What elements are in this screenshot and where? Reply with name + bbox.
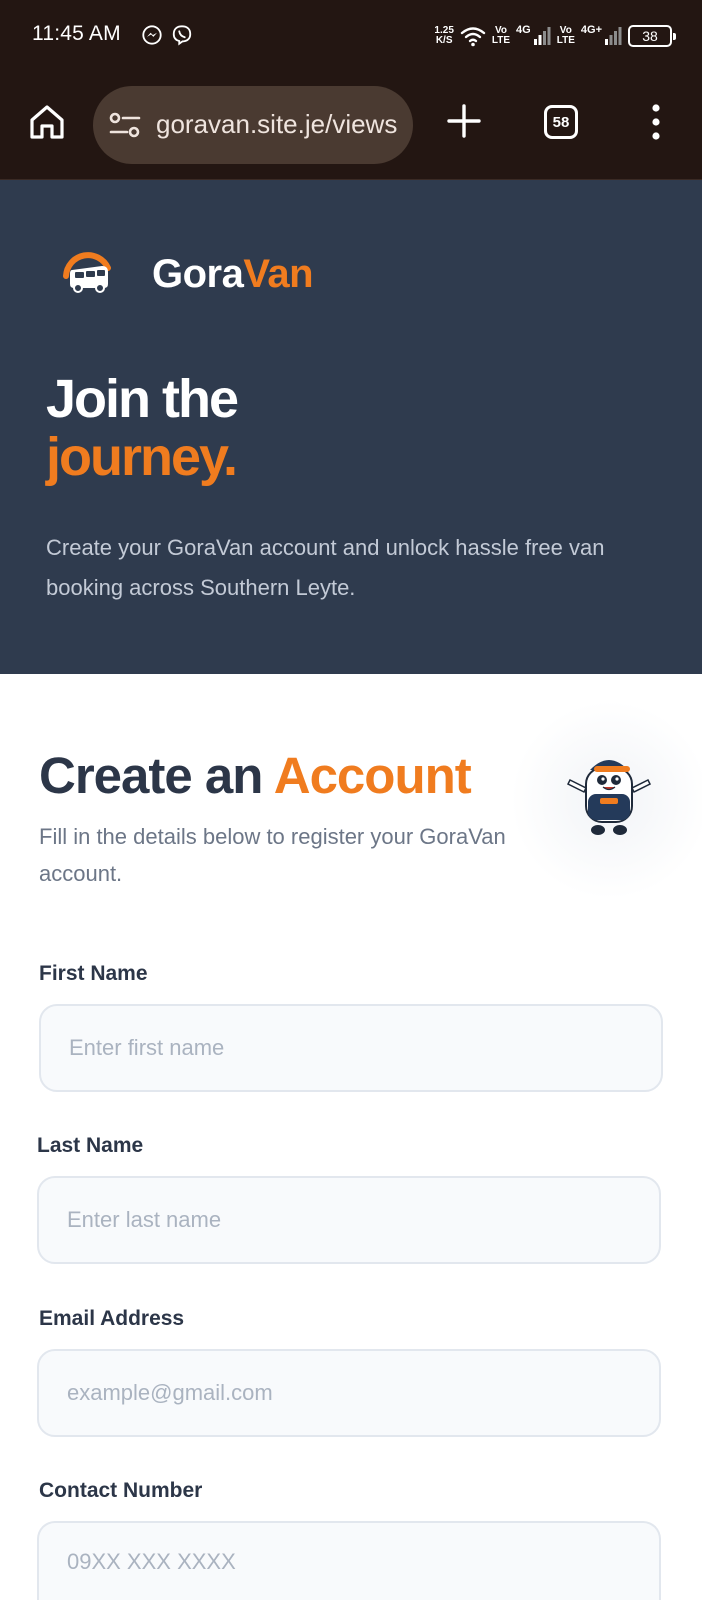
battery-level: 38 (642, 28, 658, 44)
home-icon[interactable] (27, 102, 67, 142)
hero-title-line2: journey. (46, 427, 238, 487)
battery-icon: 38 (628, 25, 676, 47)
form-subtitle: Fill in the details below to register yo… (39, 824, 506, 886)
sim1-volte-bottom: LTE (491, 35, 511, 46)
tab-count: 58 (552, 113, 570, 131)
contact-number-input[interactable] (37, 1521, 661, 1600)
mascot-icon (566, 760, 652, 835)
contact-number-label: Contact Number (39, 1479, 203, 1502)
url-text[interactable]: goravan.site.je/views (156, 109, 397, 140)
sim1-network-type: 4G (516, 24, 531, 36)
viber-icon (172, 25, 192, 46)
tab-switcher-button[interactable]: 58 (544, 105, 578, 139)
signal-icon (533, 27, 551, 45)
email-input[interactable] (37, 1349, 661, 1437)
tune-icon[interactable] (109, 111, 141, 139)
wifi-icon (460, 27, 486, 47)
brand-name-part1: Gora (152, 252, 244, 296)
plus-icon[interactable] (447, 104, 481, 138)
last-name-label: Last Name (37, 1134, 144, 1157)
brand-name: GoraVan (152, 252, 314, 297)
net-speed: 1.25 K/S (434, 26, 453, 46)
sim2-volte-bottom: LTE (556, 35, 575, 46)
brand-name-part2: Van (243, 252, 314, 296)
goravan-logo-icon (63, 252, 111, 293)
form-title: Create an Account (39, 746, 472, 805)
browser-toolbar: goravan.site.je/views 58 (0, 72, 702, 180)
hero-description: Create your GoraVan account and unlock h… (46, 535, 605, 600)
hero-title-line1: Join the (46, 369, 239, 429)
form-title-part2: Account (273, 747, 472, 804)
sim1-volte: Vo LTE (492, 26, 510, 46)
menu-dots-icon[interactable] (648, 104, 664, 140)
hero-section: GoraVan Join the journey. Create your Go… (0, 180, 702, 674)
last-name-input[interactable] (37, 1176, 661, 1264)
email-label: Email Address (39, 1307, 185, 1330)
hero-title: Join the journey. (46, 369, 239, 487)
messenger-icon (142, 25, 162, 45)
address-bar[interactable]: goravan.site.je/views (93, 86, 413, 164)
form-title-part1: Create an (39, 747, 263, 804)
net-speed-unit: K/S (435, 35, 453, 46)
status-time: 11:45 AM (32, 22, 121, 45)
status-bar: 11:45 AM 1.25 K/S Vo LTE 4G Vo LTE 4G+ 3… (0, 0, 702, 72)
first-name-input[interactable] (39, 1004, 663, 1092)
sim2-network-type: 4G+ (580, 24, 602, 36)
sim2-volte: Vo LTE (557, 26, 575, 46)
signal-icon (605, 27, 622, 45)
first-name-label: First Name (39, 962, 148, 985)
